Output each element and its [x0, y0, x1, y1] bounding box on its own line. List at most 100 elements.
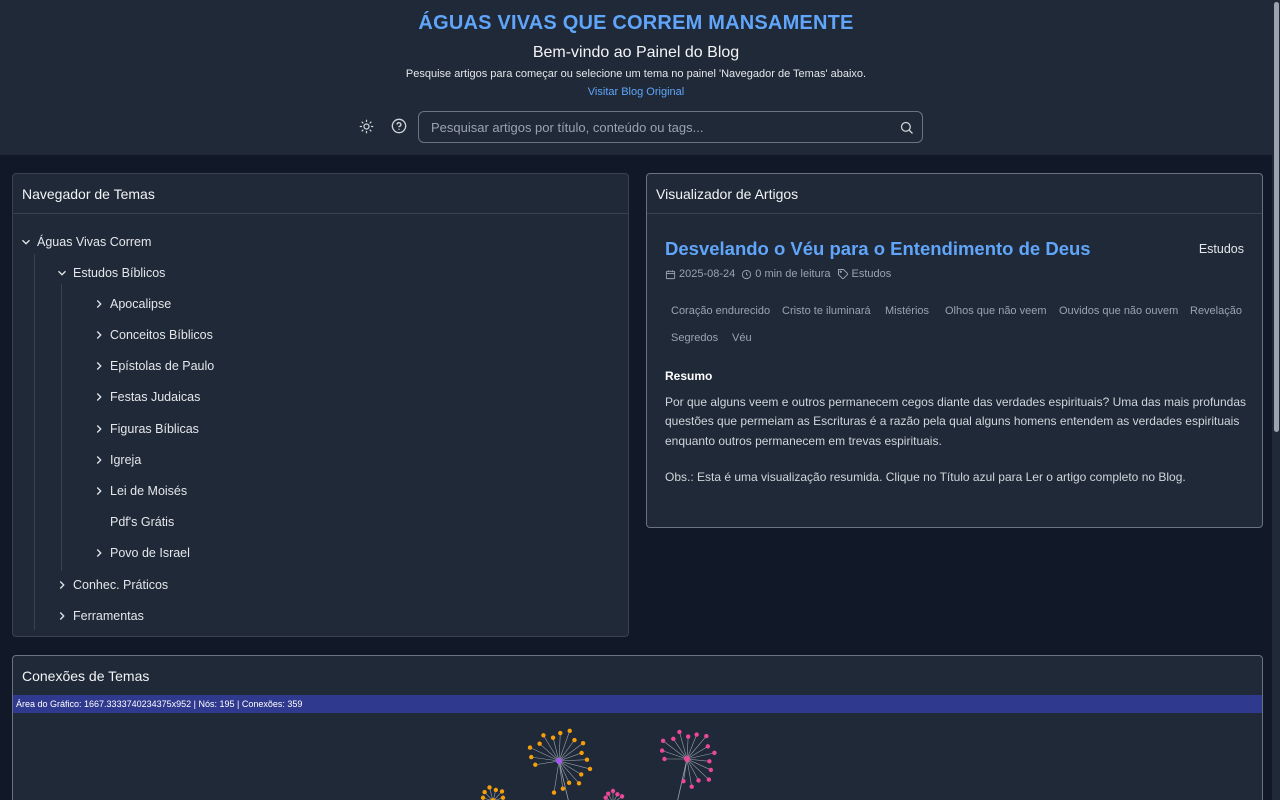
graph-node[interactable] — [567, 728, 572, 734]
theme-toggle-button[interactable] — [357, 117, 375, 135]
graph-node[interactable] — [572, 737, 577, 743]
scrollbar-thumb[interactable] — [1274, 2, 1279, 432]
graph-node[interactable] — [493, 787, 499, 793]
graph-node[interactable] — [606, 791, 611, 796]
graph-node[interactable] — [482, 789, 487, 795]
graph-node[interactable] — [610, 788, 616, 794]
graph-node[interactable] — [677, 729, 682, 735]
tree-item-aguas-vivas-correm[interactable]: Águas Vivas Correm — [19, 231, 151, 253]
graph-node[interactable] — [579, 772, 584, 777]
graph-node[interactable] — [533, 762, 538, 767]
search-box[interactable] — [418, 111, 923, 143]
graph-node[interactable] — [499, 789, 505, 794]
graph-node[interactable] — [576, 781, 582, 786]
graph-node[interactable] — [708, 767, 714, 773]
topic-graph[interactable] — [13, 713, 1262, 800]
graph-node[interactable] — [685, 734, 691, 739]
intro-text: Pesquise artigos para começar ou selecio… — [405, 68, 867, 80]
graph-node[interactable] — [671, 736, 676, 742]
tree-item-povo-de-israel[interactable]: Povo de Israel — [92, 542, 190, 564]
tree-item-festas-judaicas[interactable]: Festas Judaicas — [92, 386, 200, 408]
graph-node[interactable] — [487, 785, 492, 790]
graph-edge — [679, 731, 688, 760]
tree-item-lei-de-moises[interactable]: Lei de Moisés — [92, 480, 187, 502]
read-time: 0 min de leitura — [755, 268, 831, 280]
calendar-icon — [665, 269, 676, 280]
graph-node[interactable] — [500, 795, 506, 800]
topic-connections-panel: Conexões de Temas Área do Gráfico: 1667.… — [12, 655, 1263, 800]
welcome-heading: Bem-vindo ao Painel do Blog — [532, 44, 740, 61]
panel-title: Navegador de Temas — [22, 186, 155, 202]
graph-node[interactable] — [659, 748, 665, 753]
search-input[interactable] — [419, 112, 922, 142]
tree-item-figuras-biblicas[interactable]: Figuras Bíblicas — [92, 418, 199, 440]
tag-chip[interactable]: Véu — [732, 332, 752, 344]
tag-chip[interactable]: Mistérios — [885, 305, 929, 317]
graph-node[interactable] — [480, 795, 486, 800]
graph-node[interactable] — [704, 733, 709, 739]
graph-node[interactable] — [696, 778, 701, 783]
help-button[interactable] — [390, 117, 408, 135]
site-title[interactable]: ÁGUAS VIVAS QUE CORREM MANSAMENTE — [0, 12, 1272, 35]
graph-cluster[interactable] — [659, 729, 717, 800]
article-title-link[interactable]: Desvelando o Véu para o Entendimento de … — [665, 238, 1091, 260]
graph-node[interactable] — [527, 745, 533, 750]
tree-item-igreja[interactable]: Igreja — [92, 449, 141, 471]
graph-node[interactable] — [550, 735, 556, 740]
tree-item-label: Águas Vivas Correm — [37, 235, 152, 249]
tree-item-pdfs-gratis[interactable]: Pdf's Grátis — [110, 511, 174, 533]
graph-node[interactable] — [566, 780, 572, 785]
graph-node[interactable] — [705, 744, 711, 749]
graph-cluster[interactable] — [480, 785, 506, 800]
graph-node[interactable] — [560, 786, 566, 791]
graph-node[interactable] — [660, 738, 666, 744]
tree-item-label: Povo de Israel — [110, 546, 190, 560]
graph-node[interactable] — [529, 754, 534, 760]
sun-icon — [359, 119, 373, 133]
tree-item-conceitos-biblicos[interactable]: Conceitos Bíblicos — [92, 324, 213, 346]
graph-node[interactable] — [681, 779, 686, 784]
tree-item-label: Ferramentas — [73, 609, 144, 623]
tag-chip[interactable]: Cristo te iluminará — [782, 305, 871, 317]
graph-node[interactable] — [558, 730, 563, 736]
tag-chip[interactable]: Ouvidos que não ouvem — [1059, 305, 1178, 317]
graph-node[interactable] — [587, 766, 593, 772]
chevron-down-icon — [58, 270, 66, 276]
tree-item-epistolas-de-paulo[interactable]: Epístolas de Paulo — [92, 355, 214, 377]
graph-cluster[interactable] — [527, 728, 593, 800]
graph-node[interactable] — [584, 757, 590, 762]
tag-chip[interactable]: Coração endurecido — [671, 305, 770, 317]
graph-node[interactable] — [551, 790, 557, 795]
graph-node[interactable] — [541, 733, 546, 738]
tag-chip[interactable]: Olhos que não veem — [945, 305, 1047, 317]
graph-hub-node[interactable] — [684, 756, 690, 762]
graph-node[interactable] — [712, 750, 717, 756]
tree-item-label: Conhec. Práticos — [73, 578, 169, 592]
tag-chip[interactable]: Segredos — [671, 332, 718, 344]
chevron-right-icon — [59, 612, 65, 620]
graph-hub-node[interactable] — [556, 758, 562, 764]
graph-node[interactable] — [615, 792, 620, 797]
graph-node[interactable] — [706, 777, 712, 782]
tag-chip[interactable]: Revelação — [1190, 305, 1242, 317]
graph-node[interactable] — [603, 795, 608, 800]
tag-icon — [837, 268, 849, 280]
graph-node[interactable] — [662, 756, 667, 762]
graph-edge — [686, 758, 710, 762]
graph-node[interactable] — [619, 794, 625, 799]
tree-item-ferramentas[interactable]: Ferramentas — [55, 605, 144, 627]
graph-node[interactable] — [580, 740, 586, 746]
article-viewer-panel: Visualizador de Artigos Desvelando o Véu… — [646, 173, 1263, 528]
graph-node[interactable] — [579, 750, 584, 756]
graph-node[interactable] — [537, 741, 542, 746]
graph-node[interactable] — [707, 759, 712, 764]
search-icon[interactable] — [899, 120, 914, 135]
tree-item-conhec-praticos[interactable]: Conhec. Práticos — [55, 574, 168, 596]
tree-item-apocalipse[interactable]: Apocalipse — [92, 293, 171, 315]
graph-edge — [686, 758, 711, 771]
visit-blog-link[interactable]: Visitar Blog Original — [0, 86, 1272, 98]
graph-node[interactable] — [694, 732, 699, 737]
tree-item-estudos-biblicos[interactable]: Estudos Bíblicos — [55, 262, 165, 284]
graph-cluster[interactable] — [603, 788, 625, 800]
graph-node[interactable] — [689, 784, 694, 789]
